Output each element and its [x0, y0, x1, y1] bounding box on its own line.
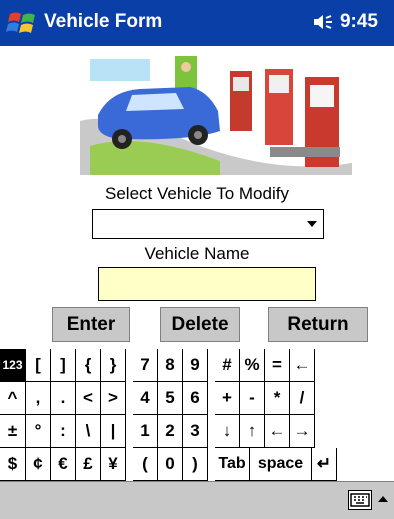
key-char[interactable]: (	[133, 448, 158, 481]
speaker-icon[interactable]	[312, 13, 334, 31]
key-char[interactable]: :	[51, 415, 76, 448]
key-char[interactable]: ↵	[312, 448, 337, 481]
key-char[interactable]: ←	[265, 415, 290, 448]
key-char[interactable]: 1	[133, 415, 158, 448]
keyboard-row: ^,. < >4 5 6 + - * /	[0, 382, 394, 415]
enter-button[interactable]: Enter	[52, 307, 130, 342]
key-char[interactable]: °	[26, 415, 51, 448]
key-char[interactable]: ←	[290, 349, 315, 382]
key-char[interactable]: <	[76, 382, 101, 415]
key-char[interactable]: →	[290, 415, 315, 448]
window-title: Vehicle Form	[44, 11, 163, 32]
delete-button[interactable]: Delete	[160, 307, 240, 342]
key-char[interactable]: %	[240, 349, 265, 382]
key-char[interactable]: /	[290, 382, 315, 415]
key-char[interactable]: $	[0, 448, 26, 481]
keyboard-icon[interactable]	[348, 490, 372, 510]
key-char[interactable]: ,	[26, 382, 51, 415]
keyboard-row: 123[]{} 7 8 9 #% = ←	[0, 349, 394, 382]
keyboard-row: $ ¢ € £ ¥(0) Tab space ↵	[0, 448, 394, 481]
status-area[interactable]: 9:45	[312, 11, 378, 33]
gas-station-illustration	[80, 56, 352, 175]
key-char[interactable]: 2	[158, 415, 183, 448]
key-char[interactable]: ¥	[101, 448, 126, 481]
title-bar: Vehicle Form 9:45	[0, 0, 394, 46]
clock[interactable]: 9:45	[340, 11, 378, 33]
key-char[interactable]: }	[101, 349, 126, 382]
key-char[interactable]: £	[76, 448, 101, 481]
key-char[interactable]: ↓	[215, 415, 240, 448]
vehicle-select[interactable]	[92, 209, 324, 239]
up-arrow-icon[interactable]	[378, 496, 388, 502]
return-button[interactable]: Return	[268, 307, 368, 342]
key-char[interactable]: 9	[183, 349, 208, 382]
key-char[interactable]: [	[26, 349, 51, 382]
key-char[interactable]: €	[51, 448, 76, 481]
vehicle-name-input[interactable]	[98, 267, 316, 301]
key-char[interactable]: ↑	[240, 415, 265, 448]
keyboard-row: ± °: \ | 1 2 3 ↓ ↑ ← →	[0, 415, 394, 448]
key-char[interactable]: )	[183, 448, 208, 481]
key-char[interactable]: ±	[0, 415, 26, 448]
key-char[interactable]: 3	[183, 415, 208, 448]
key-char[interactable]: 0	[158, 448, 183, 481]
windows-flag-icon[interactable]	[6, 8, 38, 38]
select-vehicle-label: Select Vehicle To Modify	[105, 184, 289, 203]
key-char[interactable]: +	[215, 382, 240, 415]
key-char[interactable]: |	[101, 415, 126, 448]
key-char[interactable]: .	[51, 382, 76, 415]
key-numeric-toggle[interactable]: 123	[0, 349, 26, 382]
key-char[interactable]: *	[265, 382, 290, 415]
key-char[interactable]: {	[76, 349, 101, 382]
key-char[interactable]: ]	[51, 349, 76, 382]
chevron-down-icon[interactable]	[307, 221, 317, 227]
vehicle-name-label: Vehicle Name	[144, 244, 250, 263]
key-char[interactable]: #	[215, 349, 240, 382]
menu-bar	[0, 481, 394, 519]
key-char[interactable]: >	[101, 382, 126, 415]
key-char[interactable]: ^	[0, 382, 26, 415]
soft-keyboard: 123[]{} 7 8 9 #% = ← ^,. < >4 5 6 + - * / ± °: \ | 1 2 3 ↓ ↑ ← → $ ¢…	[0, 349, 394, 481]
key-char[interactable]: ¢	[26, 448, 51, 481]
key-char[interactable]: =	[265, 349, 290, 382]
key-char[interactable]: 4	[133, 382, 158, 415]
key-char[interactable]: \	[76, 415, 101, 448]
key-char[interactable]: 8	[158, 349, 183, 382]
key-char[interactable]: 5	[158, 382, 183, 415]
key-space[interactable]: space	[250, 448, 312, 481]
key-char[interactable]: 6	[183, 382, 208, 415]
key-char[interactable]: 7	[133, 349, 158, 382]
key-char[interactable]: -	[240, 382, 265, 415]
key-tab[interactable]: Tab	[215, 448, 250, 481]
